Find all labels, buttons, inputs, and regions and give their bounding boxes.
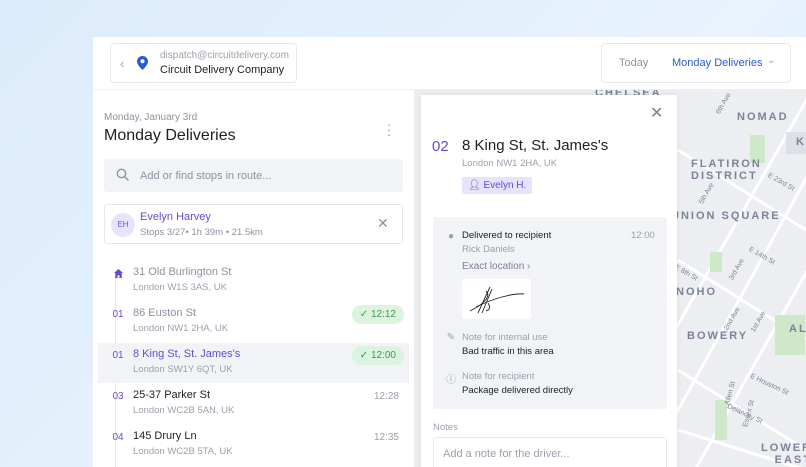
stop-detail-card: ✕ 02 8 King St, St. James's London NW1 2… (421, 95, 677, 467)
info-icon: ⓘ (446, 375, 456, 386)
route-date: Monday, January 3rd (104, 112, 198, 123)
stop-item[interactable]: 04 145 Drury Ln London WC2B 5TA, UK 12:3… (98, 425, 409, 465)
notes-input[interactable] (433, 437, 667, 467)
stop-item[interactable]: 03 25-37 Parker St London WC2B 5AN, UK 1… (98, 384, 409, 424)
map-label: KIPS (796, 136, 806, 148)
delivery-time: 12:00 (631, 230, 655, 241)
stop-address: 8 King St, St. James's (133, 348, 241, 360)
chevron-left-icon[interactable]: ‹ (120, 56, 124, 71)
signature-image[interactable] (462, 279, 531, 319)
route-title: Monday Deliveries (104, 127, 236, 144)
recipient-name: Rick Daniels (462, 244, 515, 255)
top-bar: ‹ dispatch@circuitdelivery.com Circuit D… (93, 37, 806, 90)
stop-time: 12:12 (370, 309, 396, 320)
map[interactable]: CHELSEA NOMAD KIPS FLATIRON DISTRICT UNI… (415, 90, 806, 467)
person-icon: 👤︎ (468, 180, 484, 191)
close-icon[interactable]: ✕ (377, 215, 389, 232)
search-icon (116, 168, 129, 181)
map-label: ALPH (789, 323, 806, 335)
person-icon: ● (447, 231, 455, 242)
search-input[interactable] (140, 159, 390, 192)
internal-note-label: Note for internal use (462, 332, 548, 343)
stop-item-depot[interactable]: 31 Old Burlington St London W1S 3AS, UK (98, 261, 409, 301)
route-dropdown[interactable]: Monday Deliveries (672, 57, 762, 69)
stop-number: 04 (112, 432, 124, 443)
check-icon: ✓ (359, 350, 371, 361)
driver-avatar: EH (111, 213, 135, 237)
stop-number: 02 (432, 138, 449, 155)
stop-time: 12:28 (373, 391, 399, 402)
stop-address: 25-37 Parker St (133, 389, 211, 401)
home-icon (114, 269, 123, 278)
stop-number: 01 (111, 350, 125, 361)
stop-zip: London WC2B 5TA, UK (133, 446, 233, 457)
company-name: Circuit Delivery Company (160, 64, 285, 76)
stop-title: 8 King St, St. James's (462, 137, 609, 154)
map-label: UNION SQUARE (671, 210, 781, 222)
stop-address: 31 Old Burlington St (133, 266, 232, 278)
internal-note: Bad traffic in this area (462, 346, 554, 357)
completed-badge: ✓ 12:12 (351, 305, 404, 324)
location-pin-icon (137, 56, 148, 70)
exact-location-link[interactable]: Exact location › (462, 261, 530, 272)
stop-zip: London NW1 2HA, UK (462, 158, 558, 169)
stop-zip: London W1S 3AS, UK (133, 282, 227, 293)
chevron-down-icon: ⌄ (767, 55, 776, 66)
account-switcher[interactable]: ‹ dispatch@circuitdelivery.com Circuit D… (110, 43, 297, 83)
driver-card[interactable]: EH Evelyn Harvey Stops 3/27• 1h 39m • 21… (104, 204, 403, 244)
stop-time: 12:00 (370, 350, 396, 361)
map-label: NOMAD (737, 111, 789, 123)
driver-stats: Stops 3/27• 1h 39m • 21.5km (140, 227, 263, 238)
account-email: dispatch@circuitdelivery.com (160, 50, 289, 61)
completed-badge: ✓ 12:00 (351, 346, 404, 365)
close-icon[interactable]: ✕ (650, 103, 663, 123)
map-label: NOHO (676, 286, 717, 298)
stop-time: 12:35 (373, 432, 399, 443)
stop-address: 86 Euston St (133, 307, 196, 319)
more-options-icon[interactable]: · · · (384, 118, 394, 141)
route-panel: Monday, January 3rd Monday Deliveries · ·… (93, 90, 415, 467)
stop-address: 145 Drury Ln (133, 430, 197, 442)
check-icon: ✓ (359, 309, 371, 320)
today-button[interactable]: Today (619, 57, 648, 69)
route-selector[interactable]: Today Monday Deliveries ⌄ (601, 43, 791, 83)
stop-zip: London SW1Y 6QT, UK (133, 364, 233, 375)
recipient-note: Package delivered directly (462, 385, 573, 396)
map-label: FLATIRON DISTRICT (691, 158, 762, 182)
delivery-info: ● Delivered to recipient 12:00 Rick Dani… (433, 217, 667, 409)
stop-number: 01 (112, 309, 124, 320)
pencil-icon: ✎ (446, 332, 456, 343)
stop-zip: London WC2B 5AN, UK (133, 405, 235, 416)
driver-name: Evelyn Harvey (140, 211, 211, 223)
notes-label: Notes (433, 422, 458, 433)
stop-search[interactable] (104, 159, 403, 192)
map-label: BOWERY (687, 330, 749, 342)
recipient-note-label: Note for recipient (462, 371, 535, 382)
stop-item[interactable]: 01 86 Euston St London NW1 2HA, UK ✓ 12:… (98, 302, 409, 342)
stop-item-selected[interactable]: 01 8 King St, St. James's London SW1Y 6Q… (98, 343, 409, 383)
delivered-label: Delivered to recipient (462, 230, 552, 241)
app-window: ‹ dispatch@circuitdelivery.com Circuit D… (93, 37, 806, 467)
driver-chip[interactable]: 👤︎ Evelyn H. (462, 177, 533, 194)
driver-chip-label: Evelyn H. (483, 180, 527, 191)
map-label: LOWER EAST SIDE (761, 442, 806, 467)
stop-zip: London NW1 2HA, UK (133, 323, 229, 334)
stop-number: 03 (112, 391, 124, 402)
